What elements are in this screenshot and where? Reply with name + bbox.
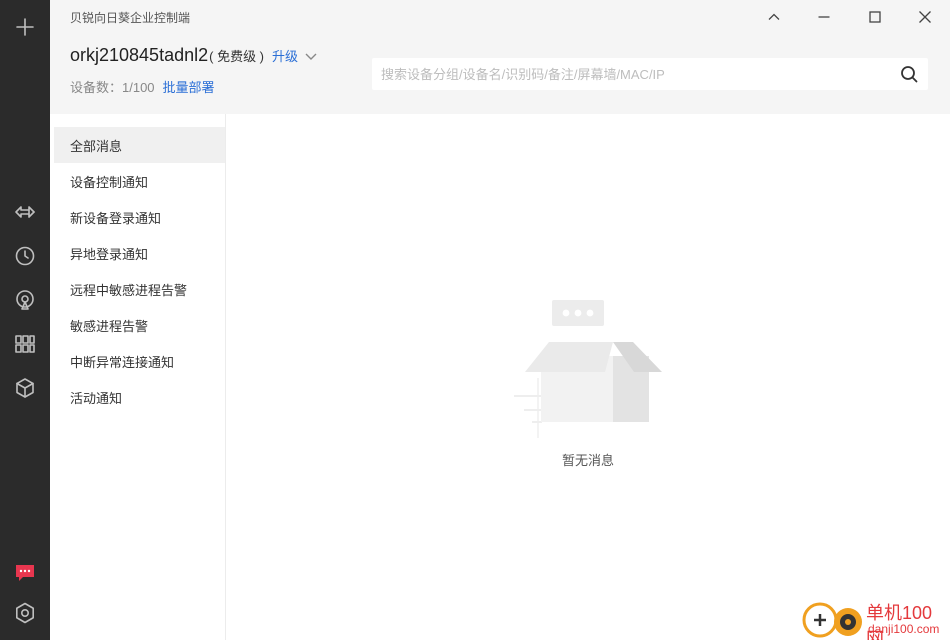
device-count-line: 设备数：1/100 批量部署	[70, 77, 215, 96]
category-remote-sensitive-process[interactable]: 远程中敏感进程告警	[54, 271, 225, 307]
empty-box-illustration	[514, 300, 662, 438]
plus-icon[interactable]	[0, 9, 50, 45]
close-icon	[919, 11, 931, 23]
category-new-device-login[interactable]: 新设备登录通知	[54, 199, 225, 235]
site-watermark: 单机100网 danji100.com	[800, 598, 950, 640]
device-count: 设备数：1/100	[70, 80, 155, 95]
header: 贝锐向日葵企业控制端 orkj210845tadnl2 ( 免费级 ) 升级 设…	[50, 0, 950, 114]
apps-grid-icon[interactable]	[0, 326, 50, 362]
broadcast-icon[interactable]	[0, 282, 50, 318]
close-button[interactable]	[910, 4, 940, 30]
upgrade-link[interactable]: 升级	[272, 46, 298, 65]
maximize-button[interactable]	[860, 4, 890, 30]
watermark-url: danji100.com	[868, 622, 940, 636]
search-icon[interactable]	[900, 65, 918, 83]
category-activity[interactable]: 活动通知	[54, 379, 225, 415]
account-info: orkj210845tadnl2 ( 免费级 ) 升级	[70, 45, 318, 66]
account-tier: ( 免费级 )	[209, 49, 265, 64]
category-abnormal-disconnect[interactable]: 中断异常连接通知	[54, 343, 225, 379]
category-device-control[interactable]: 设备控制通知	[54, 163, 225, 199]
batch-deploy-link[interactable]: 批量部署	[163, 80, 215, 95]
empty-state-text: 暂无消息	[561, 453, 614, 468]
search-box	[372, 58, 928, 90]
account-name: orkj210845tadnl2	[70, 45, 209, 65]
collapse-button[interactable]	[759, 4, 789, 30]
left-rail	[0, 0, 50, 640]
chevron-up-icon	[768, 13, 780, 20]
maximize-icon	[869, 11, 881, 23]
message-category-list: 全部消息 设备控制通知 新设备登录通知 异地登录通知 远程中敏感进程告警 敏感进…	[50, 114, 226, 640]
minimize-icon	[818, 16, 830, 18]
message-panel: 暂无消息	[226, 114, 950, 640]
message-icon[interactable]	[0, 555, 50, 591]
category-all-messages[interactable]: 全部消息	[54, 127, 225, 163]
chevron-down-icon	[305, 53, 317, 60]
remote-control-icon[interactable]	[0, 194, 50, 230]
package-icon[interactable]	[0, 370, 50, 406]
category-sensitive-process[interactable]: 敏感进程告警	[54, 307, 225, 343]
settings-icon[interactable]	[0, 595, 50, 631]
account-dropdown-button[interactable]	[304, 49, 318, 63]
category-remote-login[interactable]: 异地登录通知	[54, 235, 225, 271]
app-title: 贝锐向日葵企业控制端	[70, 11, 191, 25]
history-icon[interactable]	[0, 238, 50, 274]
search-input[interactable]	[372, 58, 872, 90]
minimize-button[interactable]	[809, 4, 839, 30]
watermark-logo	[802, 602, 862, 638]
